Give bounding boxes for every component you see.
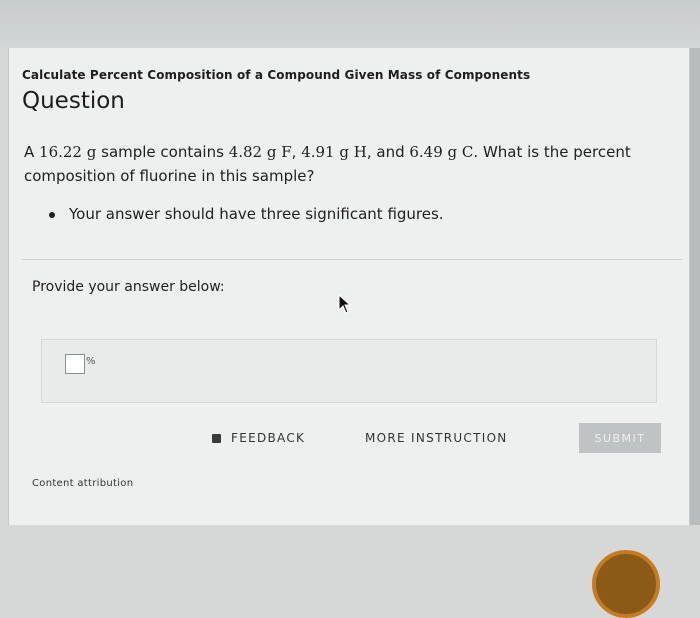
- feedback-button[interactable]: FEEDBACK: [231, 431, 305, 445]
- answer-prompt: Provide your answer below:: [32, 279, 225, 295]
- content-attribution-link[interactable]: Content attribution: [32, 478, 133, 489]
- bullet-dot-icon: [49, 211, 55, 218]
- question-heading: Question: [22, 88, 125, 114]
- question-panel: Calculate Percent Composition of a Compo…: [8, 48, 690, 618]
- instruction-text: Your answer should have three significan…: [69, 205, 444, 223]
- mouse-cursor-icon: [338, 294, 352, 314]
- divider: [22, 259, 682, 260]
- breadcrumb: Calculate Percent Composition of a Compo…: [22, 68, 531, 82]
- more-instruction-button[interactable]: MORE INSTRUCTION: [365, 431, 508, 445]
- instruction-bullet: Your answer should have three significan…: [49, 205, 444, 223]
- top-bar: [0, 0, 700, 48]
- question-text: A 16.22 g sample contains 4.82 g F, 4.91…: [24, 143, 631, 185]
- submit-button[interactable]: SUBMIT: [579, 423, 661, 453]
- answer-input[interactable]: [65, 354, 85, 374]
- percent-unit: %: [86, 356, 96, 367]
- feedback-icon[interactable]: [212, 434, 221, 443]
- answer-area: [41, 339, 657, 403]
- logo-badge-icon: [592, 550, 660, 618]
